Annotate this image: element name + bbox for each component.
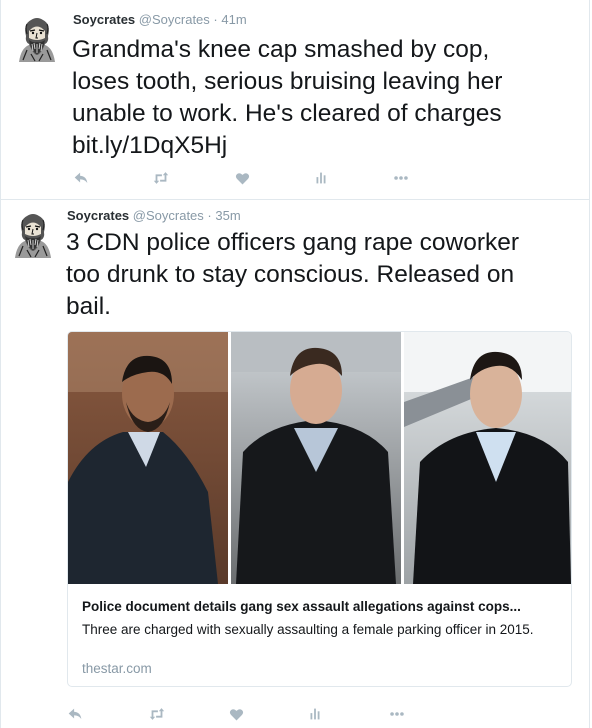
card-title[interactable]: Police document details gang sex assault… xyxy=(82,599,521,614)
reply-button[interactable] xyxy=(71,168,91,188)
separator: · xyxy=(207,208,212,223)
timestamp[interactable]: 41m xyxy=(221,12,246,27)
like-icon xyxy=(228,706,245,723)
reply-icon xyxy=(72,169,90,187)
tweet-header: Soycrates @Soycrates · 41m xyxy=(73,12,247,27)
analytics-button[interactable] xyxy=(311,168,331,188)
more-button[interactable] xyxy=(391,168,411,188)
tweet[interactable]: Soycrates @Soycrates · 35m 3 CDN police … xyxy=(0,200,590,728)
retweet-icon xyxy=(152,169,170,187)
separator: · xyxy=(213,12,218,27)
author-name[interactable]: Soycrates xyxy=(73,12,135,27)
retweet-button[interactable] xyxy=(147,704,167,724)
tweet-text-line: 3 CDN police officers gang rape coworker xyxy=(66,229,520,256)
tweet-link[interactable]: bit.ly/1DqX5Hj xyxy=(72,130,502,162)
tweet-text-line: bail. xyxy=(66,293,111,320)
analytics-icon xyxy=(312,169,330,187)
tweet-text-line: Grandma's knee cap smashed by cop, xyxy=(72,36,490,63)
tweet-text-line: loses tooth, serious bruising leaving he… xyxy=(72,68,503,95)
analytics-button[interactable] xyxy=(305,704,325,724)
tweet-text-line: too drunk to stay conscious. Released on xyxy=(66,261,515,288)
retweet-button[interactable] xyxy=(151,168,171,188)
tweet-text-line: unable to work. He's cleared of charges xyxy=(72,100,502,127)
card-photo-collage xyxy=(68,332,571,584)
tweet-actions xyxy=(71,168,411,188)
card-description: Three are charged with sexually assaulti… xyxy=(82,622,534,637)
tweet-text: 3 CDN police officers gang rape coworker… xyxy=(66,227,519,323)
avatar[interactable] xyxy=(9,210,57,258)
reply-button[interactable] xyxy=(65,704,85,724)
like-icon xyxy=(234,170,251,187)
retweet-icon xyxy=(148,705,166,723)
author-handle[interactable]: @Soycrates xyxy=(139,12,210,27)
more-icon xyxy=(392,169,410,187)
avatar[interactable] xyxy=(13,14,61,62)
timestamp[interactable]: 35m xyxy=(215,208,240,223)
card-domain: thestar.com xyxy=(82,661,152,676)
analytics-icon xyxy=(306,705,324,723)
more-icon xyxy=(388,705,406,723)
more-button[interactable] xyxy=(387,704,407,724)
card-image[interactable] xyxy=(68,332,571,584)
tweet-header: Soycrates @Soycrates · 35m xyxy=(67,208,241,223)
tweet-actions xyxy=(65,704,405,724)
tweet[interactable]: Soycrates @Soycrates · 41m Grandma's kne… xyxy=(0,0,590,200)
avatar-image xyxy=(13,14,61,62)
like-button[interactable] xyxy=(226,704,246,724)
tweet-text: Grandma's knee cap smashed by cop, loses… xyxy=(72,34,502,162)
avatar-image xyxy=(9,210,57,258)
like-button[interactable] xyxy=(232,168,252,188)
author-name[interactable]: Soycrates xyxy=(67,208,129,223)
author-handle[interactable]: @Soycrates xyxy=(133,208,204,223)
reply-icon xyxy=(66,705,84,723)
link-card[interactable]: Police document details gang sex assault… xyxy=(67,331,572,687)
